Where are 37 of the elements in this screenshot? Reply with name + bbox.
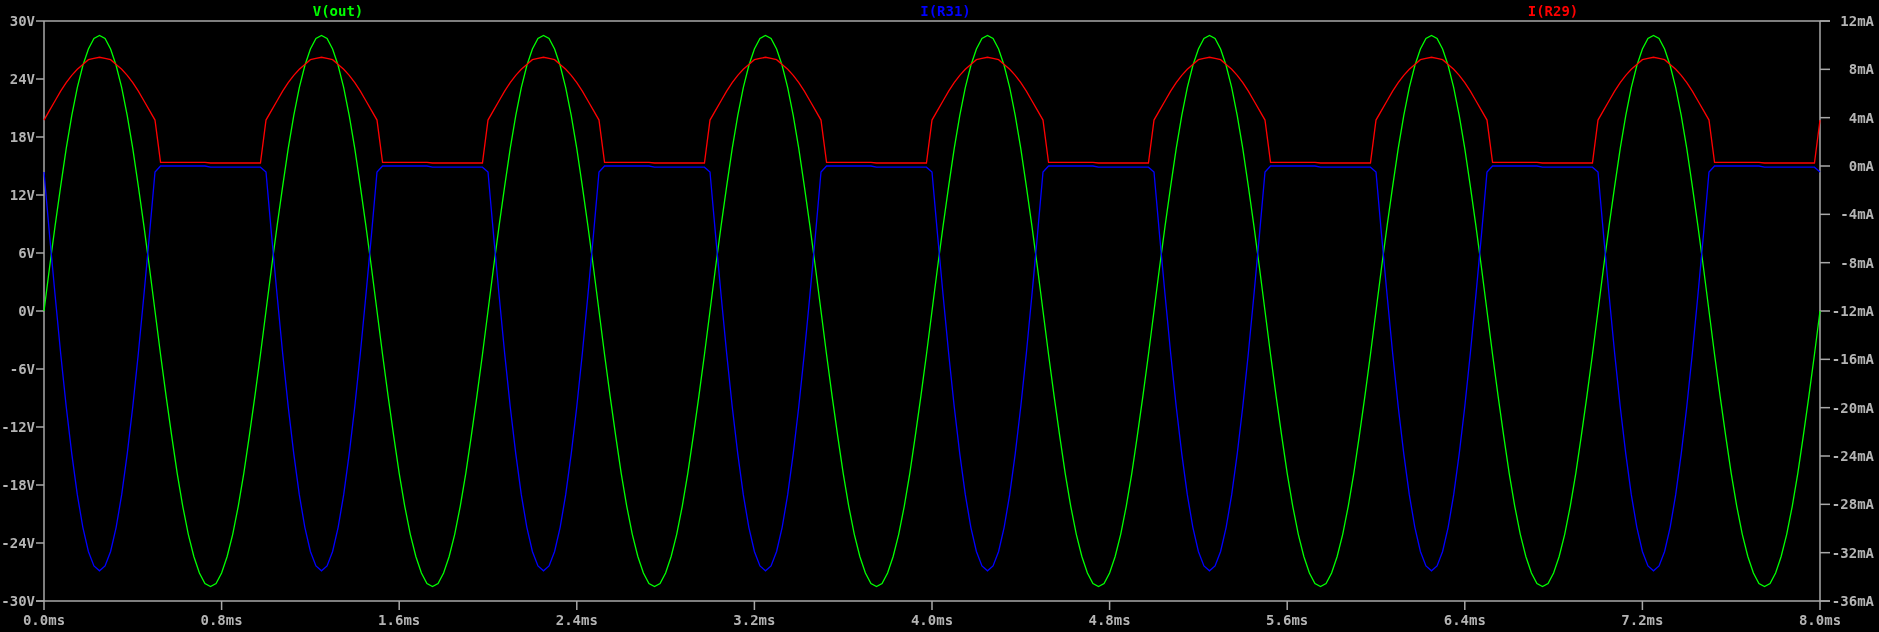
axis-tick-label: -32mA (1831, 544, 1874, 561)
axis-tick-label: 24V (9, 71, 35, 87)
axis-tick-label: 0.8ms (200, 612, 243, 628)
axis-tick-label: 3.2ms (733, 612, 776, 628)
axis-tick-label: 0mA (1848, 158, 1874, 174)
axis-tick-label: -16mA (1831, 351, 1874, 368)
axis-tick-label: 1.6ms (378, 612, 421, 628)
axis-tick-label: 12V (9, 187, 35, 203)
axis-tick-label: 0.0ms (22, 612, 66, 628)
axis-tick-label: 4.0ms (910, 612, 954, 628)
axis-tick-label: -18V (1, 477, 35, 493)
axis-tick-label: 6.4ms (1443, 612, 1486, 628)
axis-tick-label: 30V (9, 13, 35, 29)
axis-tick-label: 7.2ms (1621, 612, 1664, 628)
axis-tick-label: -8mA (1840, 254, 1874, 271)
axis-tick-label: -12V (1, 419, 35, 435)
trace-label[interactable]: I(R29) (1527, 3, 1579, 19)
axis-tick-label: 8mA (1848, 61, 1874, 78)
axis-tick-label: -28mA (1831, 496, 1874, 513)
axis-tick-label: 8.0ms (1798, 612, 1842, 628)
axis-tick-label: -30V (1, 593, 35, 609)
axis-tick-label: 12mA (1840, 13, 1874, 29)
axis-tick-label: 2.4ms (555, 612, 598, 628)
axis-tick-label: -20mA (1831, 399, 1874, 416)
axis-tick-label: 0V (18, 303, 35, 319)
axis-tick-label: 4mA (1848, 109, 1874, 126)
axis-tick-label: 6V (18, 245, 35, 261)
axis-tick-label: 18V (9, 129, 35, 145)
axis-tick-label: -12mA (1831, 303, 1874, 319)
axis-tick-label: 5.6ms (1266, 612, 1309, 628)
axis-tick-label: -4mA (1840, 206, 1874, 223)
axis-tick-label: -24V (1, 535, 35, 551)
axis-tick-label: -6V (9, 361, 35, 377)
axis-tick-label: 4.8ms (1088, 612, 1131, 628)
axis-tick-label: -24mA (1831, 448, 1874, 464)
axis-tick-label: -36mA (1831, 593, 1874, 609)
trace-label[interactable]: V(out) (312, 3, 364, 19)
